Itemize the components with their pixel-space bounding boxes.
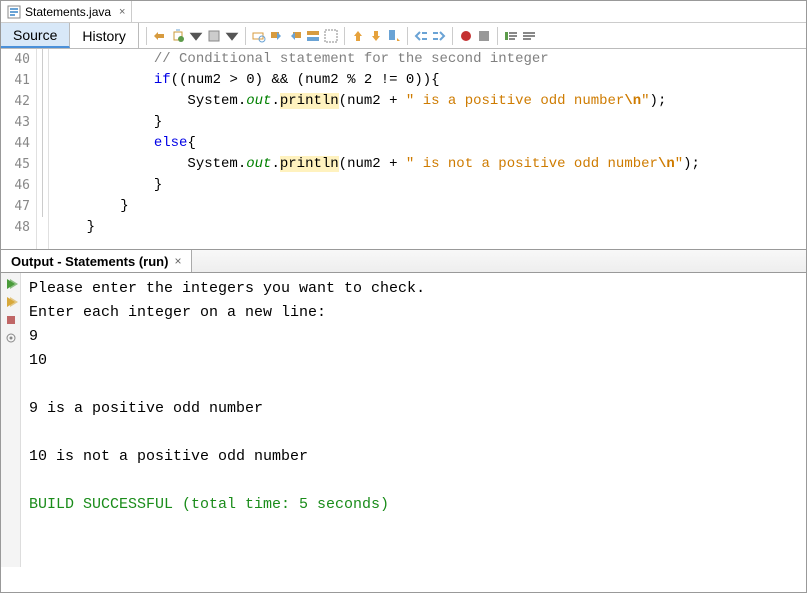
code-editor[interactable]: 404142434445464748 // Conditional statem… — [1, 49, 806, 249]
editor-toolbar — [139, 23, 541, 48]
view-tabs: Source History — [1, 23, 806, 49]
comment-icon[interactable] — [503, 28, 519, 44]
separator — [344, 27, 345, 45]
tab-source[interactable]: Source — [1, 23, 70, 48]
last-edit-icon[interactable] — [152, 28, 168, 44]
rerun-alt-icon[interactable] — [4, 295, 18, 309]
refresh-icon[interactable] — [170, 28, 186, 44]
toggle-highlight-icon[interactable] — [305, 28, 321, 44]
separator — [407, 27, 408, 45]
next-bookmark-icon[interactable] — [368, 28, 384, 44]
rerun-icon[interactable] — [4, 277, 18, 291]
stop-icon[interactable] — [4, 313, 18, 327]
close-icon[interactable]: × — [174, 254, 181, 268]
java-file-icon — [7, 5, 21, 19]
output-panel: Please enter the integers you want to ch… — [1, 273, 806, 567]
separator — [245, 27, 246, 45]
macro-stop-icon[interactable] — [476, 28, 492, 44]
output-header: Output - Statements (run) × — [1, 249, 806, 273]
prev-bookmark-icon[interactable] — [350, 28, 366, 44]
output-text[interactable]: Please enter the integers you want to ch… — [21, 273, 806, 567]
shift-right-icon[interactable] — [431, 28, 447, 44]
separator — [497, 27, 498, 45]
output-tab-label: Output - Statements (run) — [11, 254, 168, 269]
separator — [146, 27, 147, 45]
settings-icon[interactable] — [4, 331, 18, 345]
selection-icon[interactable] — [323, 28, 339, 44]
shift-left-icon[interactable] — [413, 28, 429, 44]
file-tab-bar: Statements.java × — [1, 1, 806, 23]
tab-history[interactable]: History — [70, 23, 139, 48]
find-selection-icon[interactable] — [251, 28, 267, 44]
uncomment-icon[interactable] — [521, 28, 537, 44]
dropdown-icon[interactable] — [224, 28, 240, 44]
close-icon[interactable]: × — [119, 6, 125, 18]
line-gutter: 404142434445464748 — [1, 49, 37, 249]
file-tab[interactable]: Statements.java × — [1, 1, 132, 22]
output-gutter — [1, 273, 21, 567]
find-prev-icon[interactable] — [269, 28, 285, 44]
separator — [452, 27, 453, 45]
macro-record-icon[interactable] — [458, 28, 474, 44]
output-tab[interactable]: Output - Statements (run) × — [1, 250, 192, 272]
box-icon[interactable] — [206, 28, 222, 44]
code-content[interactable]: // Conditional statement for the second … — [49, 49, 806, 249]
dropdown-icon[interactable] — [188, 28, 204, 44]
file-tab-label: Statements.java — [25, 5, 111, 19]
find-next-icon[interactable] — [287, 28, 303, 44]
fold-column — [37, 49, 49, 249]
toggle-bookmark-icon[interactable] — [386, 28, 402, 44]
